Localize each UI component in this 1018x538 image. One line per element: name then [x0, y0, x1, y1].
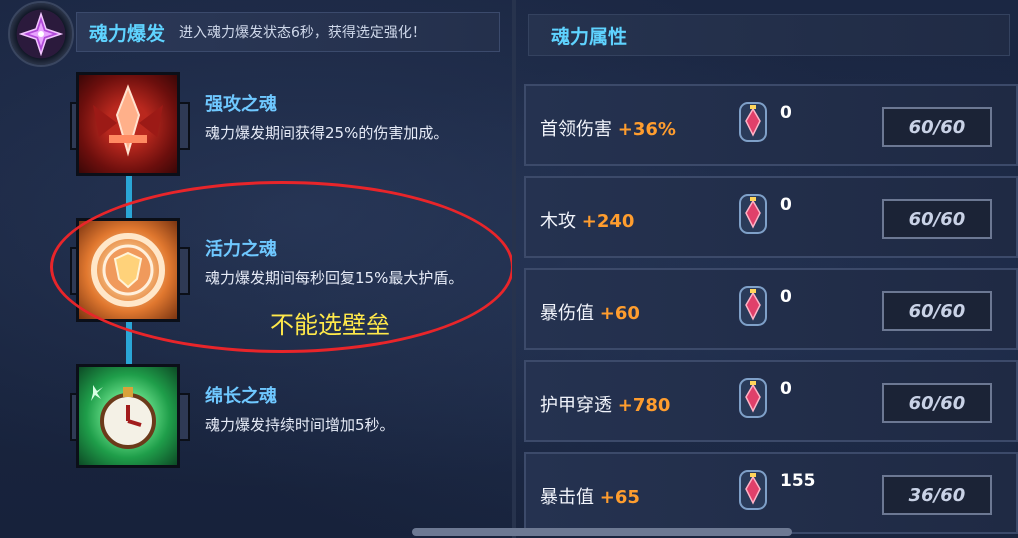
attribute-row: 首领伤害 +36% 0 60/60	[524, 84, 1018, 166]
annotation-text: 不能选壁垒	[270, 311, 390, 339]
soul-burst-description: 进入魂力爆发状态6秒，获得选定强化！	[179, 25, 426, 41]
level-box[interactable]: 36/60	[882, 475, 992, 515]
level-box[interactable]: 60/60	[882, 107, 992, 147]
skill-name: 强攻之魂	[205, 94, 277, 115]
soul-attributes-header: 魂力属性	[528, 14, 1010, 56]
attribute-value: +36%	[617, 119, 676, 140]
red-sword-icon[interactable]	[76, 72, 180, 176]
attribute-name: 首领伤害	[540, 119, 612, 140]
attribute-label: 首领伤害 +36%	[540, 115, 676, 141]
attribute-row: 暴伤值 +60 0 60/60	[524, 268, 1018, 350]
horizontal-scrollbar[interactable]	[412, 528, 792, 536]
attribute-value: +60	[599, 303, 640, 324]
green-clock-icon[interactable]	[76, 364, 180, 468]
soul-gem-icon	[738, 377, 768, 419]
soul-burst-bar: 魂力爆发 进入魂力爆发状态6秒，获得选定强化！	[76, 12, 500, 52]
purple-crystal-icon	[8, 1, 74, 67]
attribute-label: 护甲穿透 +780	[540, 391, 670, 417]
level-box[interactable]: 60/60	[882, 291, 992, 331]
skill-name: 绵长之魂	[205, 386, 277, 407]
attribute-label: 暴伤值 +60	[540, 299, 640, 325]
attribute-name: 暴伤值	[540, 303, 594, 324]
soul-attributes-title: 魂力属性	[551, 25, 628, 48]
level-box[interactable]: 60/60	[882, 199, 992, 239]
attribute-value: +240	[581, 211, 635, 232]
attribute-row: 暴击值 +65 155 36/60	[524, 452, 1018, 534]
skill-3-text: 绵长之魂 魂力爆发持续时间增加5秒。	[205, 382, 505, 436]
gem-count: 0	[780, 287, 792, 307]
soul-gem-icon	[738, 469, 768, 511]
soul-gem-icon	[738, 193, 768, 235]
attribute-name: 木攻	[540, 211, 576, 232]
attribute-value: +65	[599, 487, 640, 508]
soul-gem-icon	[738, 285, 768, 327]
attribute-row: 木攻 +240 0 60/60	[524, 176, 1018, 258]
panel-divider	[512, 0, 516, 538]
soul-burst-title: 魂力爆发	[89, 22, 166, 45]
attribute-value: +780	[617, 395, 671, 416]
soul-burst-header: 魂力爆发 进入魂力爆发状态6秒，获得选定强化！	[8, 1, 500, 67]
skill-description: 魂力爆发期间获得25%的伤害加成。	[205, 124, 449, 142]
gem-count: 0	[780, 103, 792, 123]
gem-count: 155	[780, 471, 816, 491]
attribute-label: 暴击值 +65	[540, 483, 640, 509]
skill-1-text: 强攻之魂 魂力爆发期间获得25%的伤害加成。	[205, 90, 505, 144]
attribute-name: 暴击值	[540, 487, 594, 508]
attribute-name: 护甲穿透	[540, 395, 612, 416]
level-box[interactable]: 60/60	[882, 383, 992, 423]
attribute-label: 木攻 +240	[540, 207, 634, 233]
attribute-row: 护甲穿透 +780 0 60/60	[524, 360, 1018, 442]
gem-count: 0	[780, 379, 792, 399]
soul-gem-icon	[738, 101, 768, 143]
skill-description: 魂力爆发持续时间增加5秒。	[205, 416, 395, 434]
gem-count: 0	[780, 195, 792, 215]
